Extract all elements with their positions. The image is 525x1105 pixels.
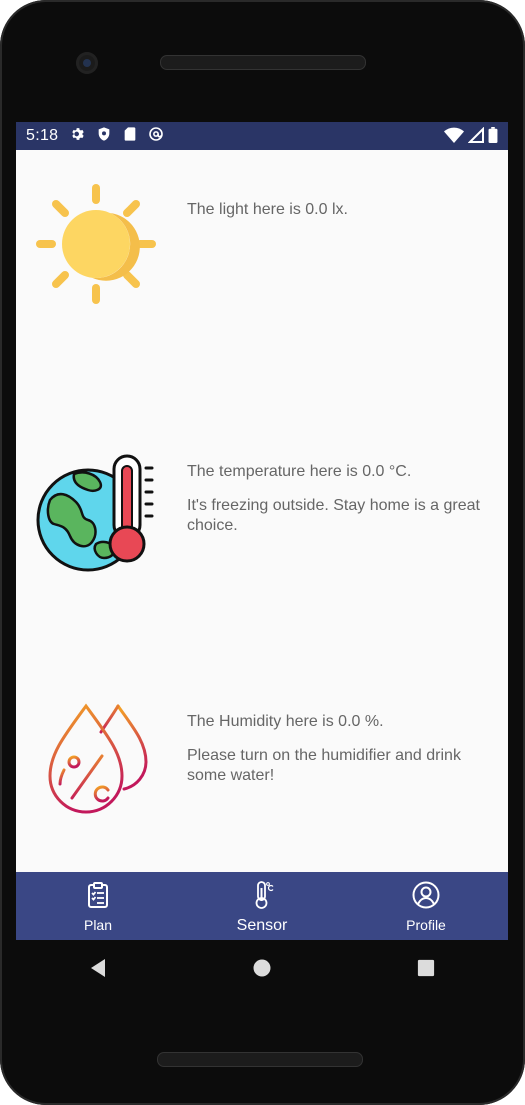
front-camera xyxy=(76,52,98,74)
bottom-nav: Plan Sensor Profile xyxy=(16,872,508,940)
at-sign-icon xyxy=(148,126,164,147)
nav-plan-label: Plan xyxy=(83,917,113,933)
humidity-text: The Humidity here is 0.0 %. Please turn … xyxy=(187,712,502,800)
nav-profile[interactable]: Profile xyxy=(344,872,508,940)
temperature-text: The temperature here is 0.0 °C. It's fre… xyxy=(187,462,502,550)
temperature-reading: The temperature here is 0.0 °C. xyxy=(187,463,412,480)
nav-sensor-label: Sensor xyxy=(236,917,288,934)
earth-thermometer-icon xyxy=(34,448,158,572)
wifi-icon xyxy=(444,127,464,148)
nav-profile-label: Profile xyxy=(406,917,446,933)
battery-icon xyxy=(488,127,498,148)
thermometer-icon xyxy=(247,880,277,915)
system-nav-bar xyxy=(16,940,508,996)
light-text: The light here is 0.0 lx. xyxy=(187,200,502,234)
bottom-speaker xyxy=(157,1052,363,1067)
status-notification-icons xyxy=(70,126,164,147)
home-icon[interactable] xyxy=(242,948,282,988)
signal-icon xyxy=(467,126,484,148)
clipboard-icon xyxy=(83,880,113,915)
nav-plan[interactable]: Plan xyxy=(16,872,180,940)
temperature-advice: It's freezing outside. Stay home is a gr… xyxy=(187,497,480,534)
gear-icon xyxy=(70,126,86,147)
nav-sensor[interactable]: Sensor xyxy=(180,872,344,940)
recents-icon[interactable] xyxy=(406,948,446,988)
app-screen: 5:18 The light here is 0.0 lx. The tempe… xyxy=(16,122,508,940)
sd-card-icon xyxy=(122,126,138,147)
temperature-section: The temperature here is 0.0 °C. It's fre… xyxy=(16,410,508,660)
sun-icon xyxy=(34,182,158,306)
back-icon[interactable] xyxy=(78,948,118,988)
humidity-reading: The Humidity here is 0.0 %. xyxy=(187,713,384,730)
light-section: The light here is 0.0 lx. xyxy=(16,150,508,410)
user-circle-icon xyxy=(411,880,441,915)
shield-icon xyxy=(96,126,112,147)
status-time: 5:18 xyxy=(26,127,59,144)
light-reading: The light here is 0.0 lx. xyxy=(187,201,348,218)
status-system-icons xyxy=(444,126,498,148)
top-speaker xyxy=(160,55,366,70)
status-bar: 5:18 xyxy=(16,122,508,150)
humidity-drops-icon xyxy=(34,698,158,822)
humidity-advice: Please turn on the humidifier and drink … xyxy=(187,747,461,784)
phone-frame: 5:18 The light here is 0.0 lx. The tempe… xyxy=(0,0,525,1105)
humidity-section: The Humidity here is 0.0 %. Please turn … xyxy=(16,660,508,872)
